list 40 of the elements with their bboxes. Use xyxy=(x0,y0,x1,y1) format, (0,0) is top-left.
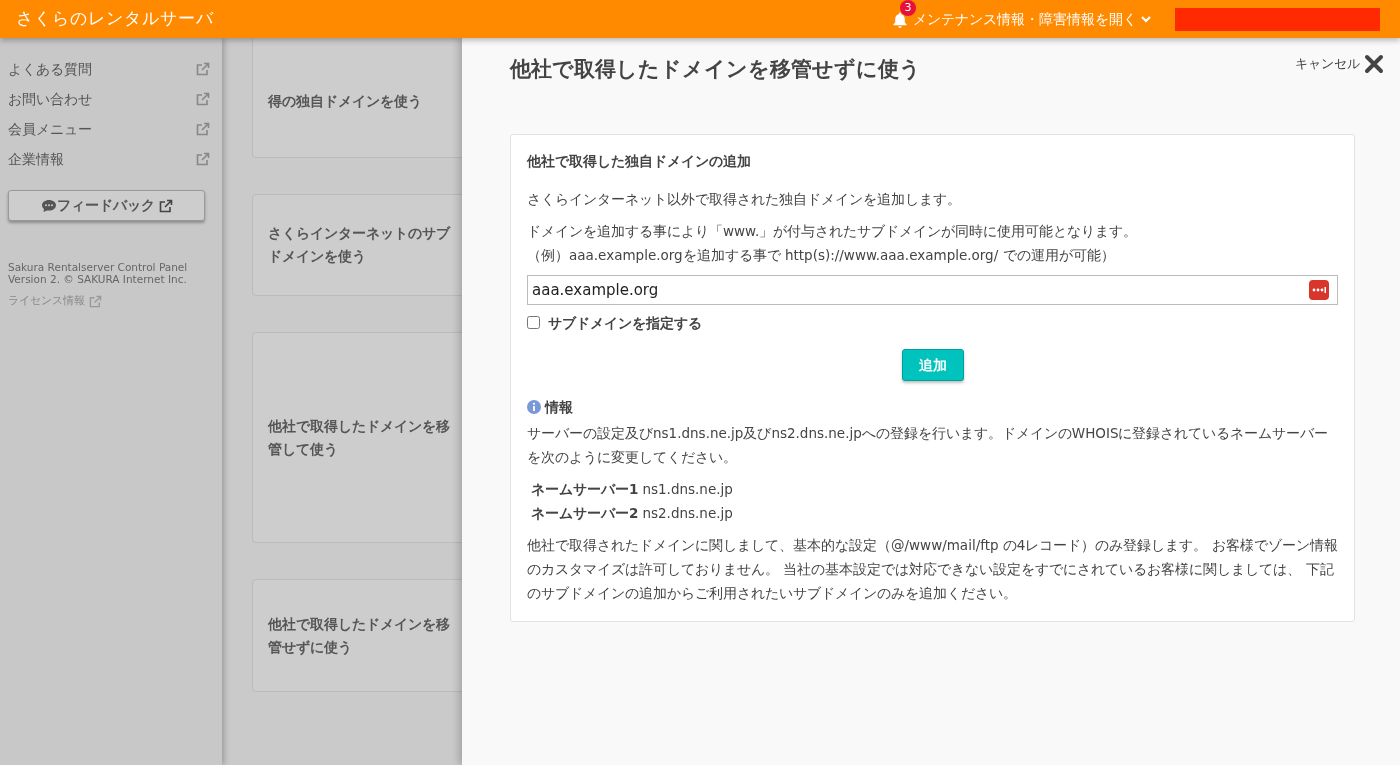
maintenance-link[interactable]: メンテナンス情報・障害情報を開く xyxy=(913,8,1151,30)
description-text: さくらインターネット以外で取得された独自ドメインを追加します。 xyxy=(527,189,962,209)
external-link-icon xyxy=(196,62,210,76)
option-card[interactable]: 得の独自ドメインを使う xyxy=(252,38,462,158)
option-card[interactable]: 他社で取得したドメインを移管せずに使う xyxy=(252,579,462,692)
domain-input-field[interactable]: aaa.example.org xyxy=(527,274,1338,305)
option-card[interactable]: さくらインターネットのサブドメインを使う xyxy=(252,194,462,296)
external-link-icon xyxy=(196,152,210,166)
bell-icon[interactable] xyxy=(893,12,907,28)
sidebar-link[interactable]: 企業情報 xyxy=(8,148,64,170)
subdomain-checkbox[interactable] xyxy=(527,316,540,330)
info-heading: 情報 xyxy=(545,398,573,417)
card-heading: 他社で取得した独自ドメインの追加 xyxy=(527,151,752,171)
chevron-down-icon xyxy=(1141,15,1151,23)
external-link-icon xyxy=(196,92,210,106)
nameserver-value: ns2.dns.ne.jp xyxy=(642,504,733,524)
footer-text: Sakura Rentalserver Control Panel Version 2. © SAKURA Internet Inc. xyxy=(8,260,189,285)
nameserver-label: ネームサーバー1 xyxy=(531,480,639,500)
close-icon xyxy=(1364,54,1384,74)
sidebar-link[interactable]: 会員メニュー xyxy=(8,118,92,140)
footnote-text: 他社で取得されたドメインに関しまして、基本的な設定（@/www/mail/ftp の4レコード）のみ登録します。 お客様でゾーン情報のカスタマイズは許可しておりません。 当社の基本設定では対応できない設定をすでにされているお客様に関しましては、 下記のサブドメインの追加からご利用されたいサブドメインのみを追加ください。 xyxy=(527,536,1338,604)
sidebar-link[interactable]: よくある質問 xyxy=(8,58,92,80)
cancel-button[interactable]: キャンセル xyxy=(1295,54,1384,74)
info-icon xyxy=(527,400,541,415)
checkbox-label: サブドメインを指定する xyxy=(548,313,702,333)
info-text: サーバーの設定及びns1.dns.ne.jp及びns2.dns.ne.jpへの登録を行います。ドメインのWHOISに登録されているネームサーバーを次のように変更してください。 xyxy=(527,424,1330,468)
external-link-icon xyxy=(89,294,102,308)
nameserver-label: ネームサーバー2 xyxy=(531,504,639,524)
panel-title: 他社で取得したドメインを移管せずに使う xyxy=(510,56,921,83)
app-title: さくらのレンタルサーバ xyxy=(16,7,214,31)
sidebar-link[interactable]: お問い合わせ xyxy=(8,88,92,110)
notification-badge: 3 xyxy=(900,0,916,16)
feedback-button[interactable]: フィードバック xyxy=(8,190,205,221)
external-link-icon xyxy=(196,122,210,136)
option-card[interactable]: 他社で取得したドメインを移管して使う xyxy=(252,332,462,543)
external-link-icon xyxy=(158,198,173,213)
note-text: （例）aaa.example.orgを追加する事で http(s)://www.aaa.example.org/ での運用が可能） xyxy=(527,245,1116,265)
note-text: ドメインを追加する事により「www.」が付与されたサブドメインが同時に使用可能となります。 xyxy=(527,221,1139,241)
chat-bubble-icon xyxy=(40,198,57,213)
nameserver-value: ns1.dns.ne.jp xyxy=(642,480,733,500)
